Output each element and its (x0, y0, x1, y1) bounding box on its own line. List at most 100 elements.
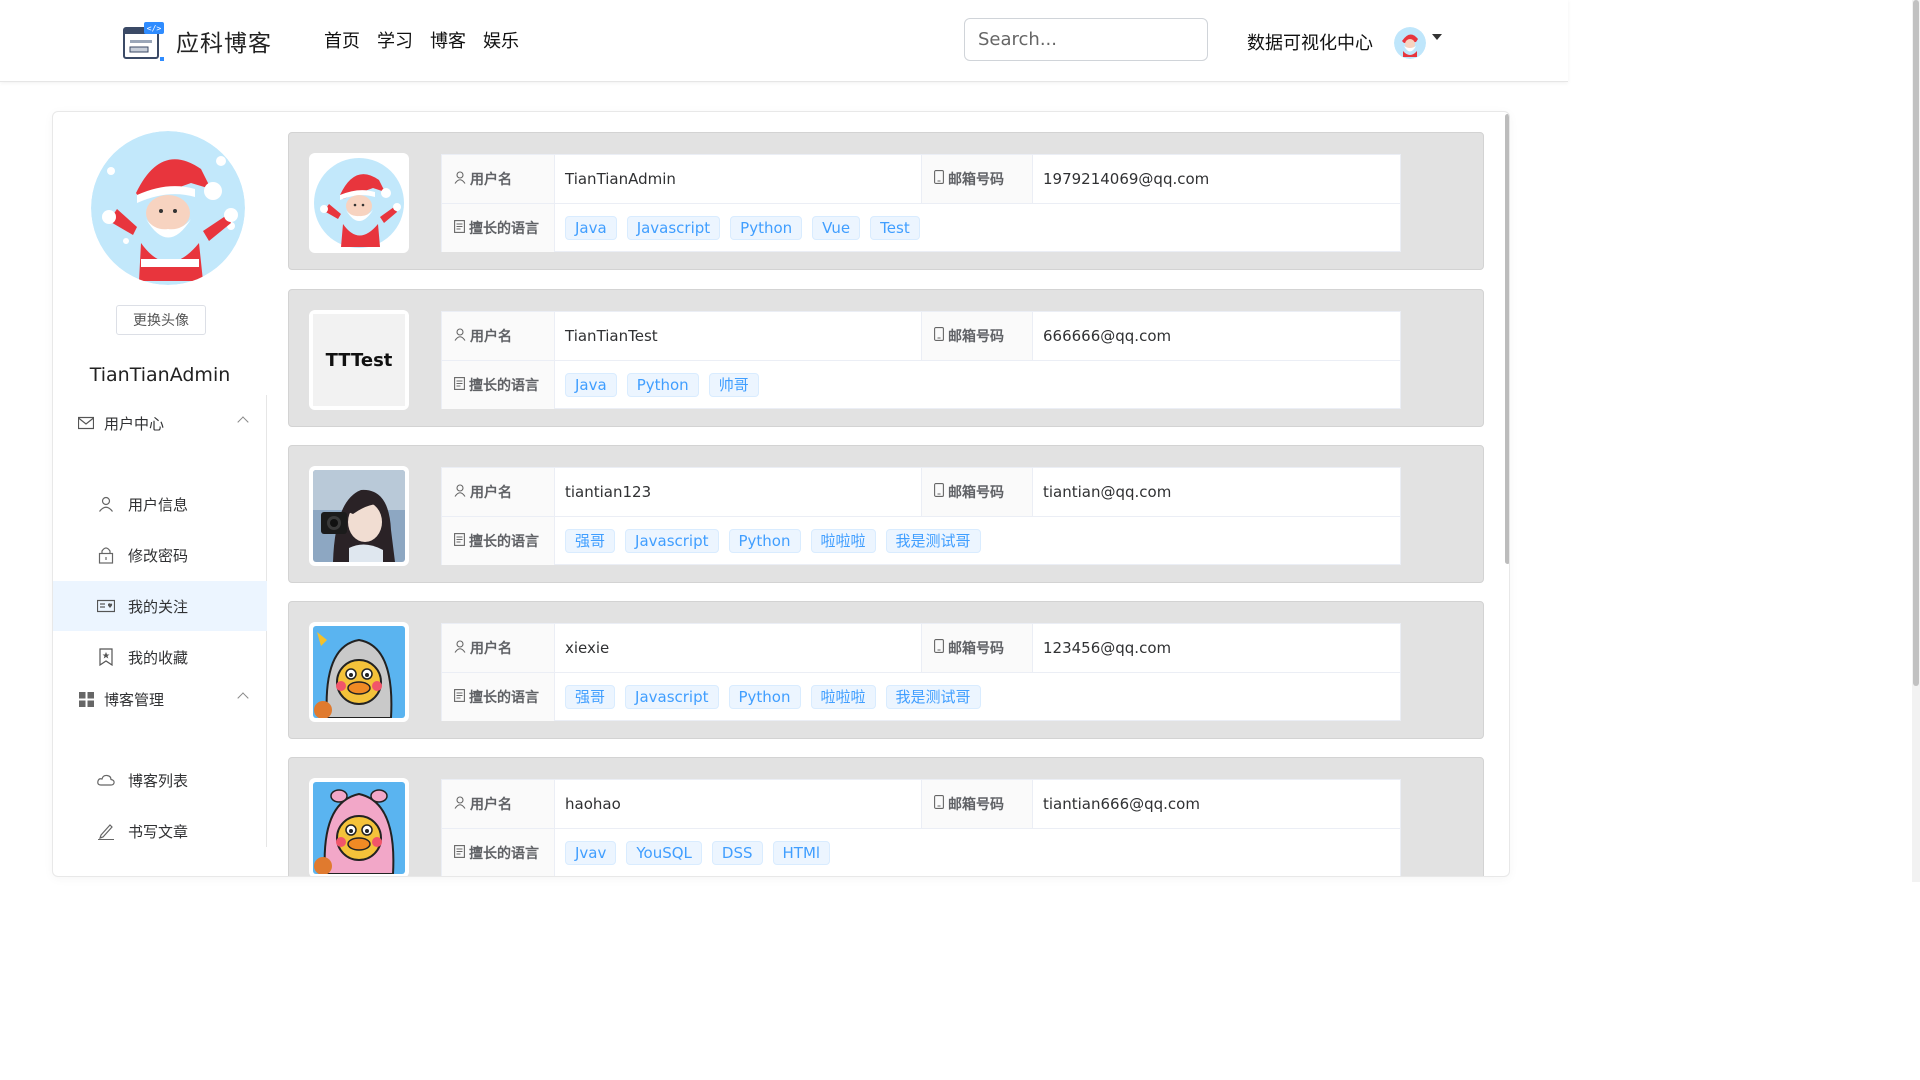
language-tag: Javascript (625, 529, 719, 553)
user-avatar[interactable] (1394, 27, 1426, 59)
follow-avatar[interactable] (309, 778, 409, 876)
menu-item-label: 用户信息 (128, 495, 189, 514)
user-icon (454, 483, 466, 501)
user-icon (454, 170, 466, 188)
follow-avatar[interactable]: TTTest (309, 310, 409, 410)
follow-info-table: 用户名 TianTianTest 邮箱号码 666666@qq.com 擅长的语… (441, 311, 1401, 409)
dropdown-caret-icon[interactable] (1432, 34, 1442, 40)
languages-value: Java Python 帅哥 (555, 361, 1400, 409)
user-icon (454, 795, 466, 813)
nav-entertainment[interactable]: 娱乐 (483, 27, 519, 53)
follow-card[interactable]: 用户名 xiexie 邮箱号码 123456@qq.com 擅长的语言 强哥 Ja… (288, 601, 1484, 739)
phone-icon (934, 483, 944, 501)
menu-item-label: 我的关注 (128, 597, 189, 616)
menu-group-blog-management[interactable]: 博客管理 (53, 671, 267, 727)
username-label: 用户名 (442, 468, 555, 516)
cloud-icon (97, 771, 115, 789)
languages-label: 擅长的语言 (442, 517, 555, 565)
menu-item-label: 修改密码 (128, 546, 189, 565)
document-icon (454, 688, 465, 706)
languages-value: 强哥 Javascript Python 啦啦啦 我是测试哥 (555, 673, 1400, 721)
document-icon (454, 844, 465, 862)
menu-item-user-info[interactable]: 用户信息 (53, 479, 267, 529)
grid-icon (78, 691, 94, 707)
language-tag: YouSQL (626, 841, 702, 865)
lock-icon (97, 546, 115, 564)
follow-info-table: 用户名 xiexie 邮箱号码 123456@qq.com 擅长的语言 强哥 Ja… (441, 623, 1401, 721)
language-tag: Test (870, 216, 920, 240)
language-tag: HTMl (772, 841, 831, 865)
follow-avatar[interactable] (309, 622, 409, 722)
nav-study[interactable]: 学习 (377, 27, 413, 53)
menu-group-label: 博客管理 (104, 690, 165, 709)
language-tag: Python (730, 216, 803, 240)
search-input[interactable] (964, 18, 1208, 61)
language-tag: 强哥 (565, 529, 616, 553)
email-value: 123456@qq.com (1043, 639, 1172, 657)
brand[interactable]: </> 应科博客 (122, 20, 272, 62)
profile-username: TianTianAdmin (89, 364, 231, 386)
brand-name: 应科博客 (176, 31, 272, 57)
language-tag: DSS (711, 841, 763, 865)
email-label: 邮箱号码 (921, 624, 1033, 672)
menu-item-change-password[interactable]: 修改密码 (53, 530, 267, 580)
profile-avatar (91, 131, 245, 285)
page-scrollbar[interactable] (1912, 0, 1920, 882)
user-icon (97, 495, 115, 513)
language-tag: 啦啦啦 (810, 529, 876, 553)
username-value: TianTianAdmin (565, 170, 676, 188)
menu-item-write-article[interactable]: 书写文章 (53, 806, 267, 856)
menu-item-blog-list[interactable]: 博客列表 (53, 755, 267, 805)
language-tag: 强哥 (565, 685, 616, 709)
language-tags: Jvav YouSQL DSS HTMl (565, 841, 831, 865)
language-tags: 强哥 Javascript Python 啦啦啦 我是测试哥 (565, 529, 981, 553)
follow-avatar[interactable] (309, 466, 409, 566)
follow-avatar[interactable] (309, 153, 409, 253)
follow-card[interactable]: 用户名 haohao 邮箱号码 tiantian666@qq.com 擅长的语言… (288, 757, 1484, 876)
brand-logo-icon: </> (122, 20, 166, 62)
languages-value: Java Javascript Python Vue Test (555, 204, 1400, 252)
svg-text:</>: </> (147, 24, 162, 33)
follow-card[interactable]: TTTest 用户名 TianTianTest 邮箱号码 666666@qq.c… (288, 289, 1484, 427)
username-label: 用户名 (442, 155, 555, 203)
menu-group-label: 用户中心 (104, 414, 165, 433)
content-scrollbar-thumb[interactable] (1505, 114, 1509, 564)
phone-icon (934, 639, 944, 657)
username-label: 用户名 (442, 312, 555, 360)
sidebar-menu: 用户中心 用户信息 修改密码 我的关注 我的收藏 博客管理 博客列表 书写文章 (53, 395, 267, 847)
username-value: haohao (565, 795, 621, 813)
email-label: 邮箱号码 (921, 468, 1033, 516)
languages-value: 强哥 Javascript Python 啦啦啦 我是测试哥 (555, 517, 1400, 565)
username-label: 用户名 (442, 780, 555, 828)
menu-item-label: 博客列表 (128, 771, 189, 790)
change-avatar-button[interactable]: 更换头像 (116, 305, 206, 335)
languages-label: 擅长的语言 (442, 829, 555, 876)
follow-card[interactable]: 用户名 TianTianAdmin 邮箱号码 1979214069@qq.com… (288, 132, 1484, 270)
data-visualization-link[interactable]: 数据可视化中心 (1247, 29, 1373, 55)
bookmark-icon (97, 648, 115, 666)
email-value: 1979214069@qq.com (1043, 170, 1210, 188)
username-label: 用户名 (442, 624, 555, 672)
phone-icon (934, 170, 944, 188)
menu-item-my-follows[interactable]: 我的关注 (53, 581, 267, 631)
content-scrollbar[interactable] (1504, 112, 1509, 876)
main-card: 更换头像 TianTianAdmin 用户中心 用户信息 修改密码 我的关注 我… (52, 111, 1510, 877)
page-scrollbar-thumb[interactable] (1913, 0, 1919, 686)
chevron-up-icon (237, 416, 249, 428)
languages-label: 擅长的语言 (442, 361, 555, 409)
user-icon (454, 327, 466, 345)
language-tag: Python (626, 373, 699, 397)
follow-card[interactable]: 用户名 tiantian123 邮箱号码 tiantian@qq.com 擅长的… (288, 445, 1484, 583)
language-tag: Python (728, 529, 801, 553)
language-tags: Java Javascript Python Vue Test (565, 216, 920, 240)
menu-group-user-center[interactable]: 用户中心 (53, 395, 267, 451)
phone-icon (934, 795, 944, 813)
chevron-up-icon (237, 692, 249, 704)
language-tag: Java (565, 373, 617, 397)
email-label: 邮箱号码 (921, 780, 1033, 828)
language-tag: 帅哥 (708, 373, 759, 397)
nav-home[interactable]: 首页 (324, 27, 360, 53)
id-card-icon (97, 597, 115, 615)
nav-blog[interactable]: 博客 (430, 27, 466, 53)
top-navbar: </> 应科博客 首页 学习 博客 娱乐 数据可视化中心 (0, 0, 1568, 82)
